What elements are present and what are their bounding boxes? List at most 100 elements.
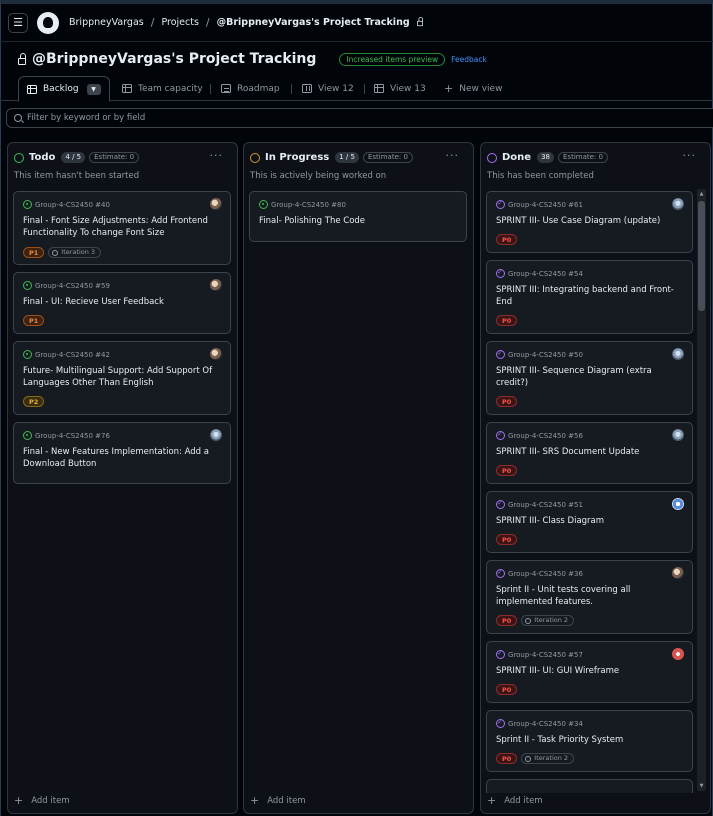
- more-options-icon[interactable]: ···: [210, 149, 224, 162]
- priority-badge: P0: [496, 753, 518, 764]
- issue-card[interactable]: Group-4-CS2450 #59 Final - UI: Recieve U…: [13, 272, 231, 334]
- issue-closed-icon: [496, 430, 505, 440]
- issue-open-icon: [23, 350, 32, 359]
- issue-ref[interactable]: Group-4-CS2450 #59: [35, 282, 110, 290]
- add-item-button[interactable]: + Add item: [250, 794, 306, 807]
- scroll-up-icon[interactable]: ▲: [698, 191, 705, 197]
- issue-title[interactable]: SPRINT III- Use Case Diagram (update): [496, 215, 683, 227]
- iteration-icon: [52, 249, 59, 256]
- issue-card[interactable]: Group-4-CS2450 #80 Final- Polishing The …: [249, 191, 467, 242]
- issue-labels: P0: [496, 234, 518, 245]
- issue-card[interactable]: Group-4-CS2450 #42 Future- Multilingual …: [13, 341, 231, 415]
- issue-card[interactable]: Group-4-CS2450 #36 Sprint II - Unit test…: [486, 560, 693, 634]
- issue-card[interactable]: Group-4-CS2450 #50 SPRINT III- Sequence …: [486, 341, 693, 415]
- issue-title[interactable]: SPRINT III- Sequence Diagram (extra cred…: [496, 365, 683, 389]
- assignee-avatar[interactable]: [672, 348, 684, 360]
- column-description: This item hasn't been started: [14, 171, 140, 181]
- assignee-avatar[interactable]: [672, 429, 684, 441]
- issue-closed-icon: [496, 649, 505, 659]
- assignee-avatar[interactable]: [672, 198, 684, 210]
- assignee-avatar[interactable]: [210, 348, 222, 360]
- chevron-down-icon[interactable]: ▼: [86, 83, 101, 95]
- issue-ref[interactable]: Group-4-CS2450 #61: [508, 201, 583, 209]
- estimate-badge: Estimate: 0: [558, 152, 608, 163]
- issue-closed-icon: [496, 268, 505, 278]
- issue-ref[interactable]: Group-4-CS2450 #57: [508, 651, 583, 659]
- assignee-avatar[interactable]: [210, 198, 222, 210]
- issue-ref[interactable]: Group-4-CS2450 #34: [508, 720, 583, 728]
- issue-ref[interactable]: Group-4-CS2450 #56: [508, 432, 583, 440]
- feedback-link[interactable]: Feedback: [451, 55, 487, 64]
- issue-card[interactable]: [486, 779, 693, 793]
- issue-card[interactable]: Group-4-CS2450 #51 SPRINT III- Class Dia…: [486, 491, 693, 553]
- priority-badge: P0: [496, 234, 518, 245]
- column-header: Todo 4 / 5 Estimate: 0 ···: [14, 149, 231, 163]
- breadcrumb-owner[interactable]: BrippneyVargas: [69, 17, 144, 28]
- issue-card[interactable]: Group-4-CS2450 #61 SPRINT III- Use Case …: [486, 191, 693, 253]
- issue-card[interactable]: Group-4-CS2450 #54 SPRINT III: Integrati…: [486, 260, 693, 334]
- tab-label: Backlog: [43, 84, 79, 94]
- issue-ref[interactable]: Group-4-CS2450 #36: [508, 570, 583, 578]
- column-scrollbar[interactable]: ▲ ▼: [697, 189, 706, 791]
- issue-card[interactable]: Group-4-CS2450 #56 SPRINT III- SRS Docum…: [486, 422, 693, 484]
- assignee-avatar[interactable]: [672, 498, 684, 510]
- assignee-avatar[interactable]: [210, 429, 222, 441]
- add-item-button[interactable]: + Add item: [487, 794, 543, 807]
- issue-title[interactable]: SPRINT III- UI: GUI Wireframe: [496, 665, 683, 677]
- column-title: In Progress: [265, 152, 330, 163]
- issue-title[interactable]: SPRINT III: Integrating backend and Fron…: [496, 284, 683, 308]
- issue-ref[interactable]: Group-4-CS2450 #42: [35, 351, 110, 359]
- issue-title[interactable]: Final- Polishing The Code: [259, 215, 457, 227]
- scrollbar-thumb[interactable]: [698, 201, 705, 311]
- project-header: @BrippneyVargas's Project Tracking Incre…: [18, 51, 487, 67]
- scroll-down-icon[interactable]: ▼: [698, 783, 705, 789]
- breadcrumb-projects[interactable]: Projects: [161, 17, 198, 28]
- issue-title[interactable]: Final - New Features Implementation: Add…: [23, 446, 221, 470]
- issue-title[interactable]: SPRINT III- Class Diagram: [496, 515, 683, 527]
- tab-divider: [291, 84, 292, 94]
- issue-card[interactable]: Group-4-CS2450 #34 Sprint II - Task Prio…: [486, 710, 693, 772]
- add-item-label: Add item: [504, 795, 543, 806]
- breadcrumb-project[interactable]: @BrippneyVargas's Project Tracking: [217, 17, 410, 28]
- issue-title[interactable]: Sprint II - Unit tests covering all impl…: [496, 584, 683, 608]
- tab-team-capacity[interactable]: Team capacity: [122, 76, 203, 101]
- issue-card[interactable]: Group-4-CS2450 #76 Final - New Features …: [13, 422, 231, 484]
- tab-view-13[interactable]: View 13: [374, 76, 426, 101]
- column-todo: Todo 4 / 5 Estimate: 0 ··· This item has…: [7, 142, 238, 814]
- issue-title[interactable]: Final - UI: Recieve User Feedback: [23, 296, 221, 308]
- hamburger-menu-icon[interactable]: ☰: [8, 12, 28, 33]
- issue-ref[interactable]: Group-4-CS2450 #80: [271, 201, 346, 209]
- more-options-icon[interactable]: ···: [683, 149, 697, 162]
- issue-title[interactable]: Sprint II - Task Priority System: [496, 734, 683, 746]
- issue-card[interactable]: Group-4-CS2450 #57 SPRINT III- UI: GUI W…: [486, 641, 693, 703]
- filter-input[interactable]: Filter by keyword or by field: [6, 108, 713, 128]
- issue-closed-icon: [496, 199, 505, 209]
- column-description: This is actively being worked on: [250, 171, 387, 181]
- issue-title[interactable]: Final - Font Size Adjustments: Add Front…: [23, 215, 221, 239]
- tab-view-12[interactable]: View 12: [302, 76, 354, 101]
- more-options-icon[interactable]: ···: [446, 149, 460, 162]
- issue-ref[interactable]: Group-4-CS2450 #76: [35, 432, 110, 440]
- priority-badge: P0: [496, 465, 518, 476]
- status-in-progress-icon: [250, 152, 260, 163]
- assignee-avatar[interactable]: [672, 648, 684, 660]
- assignee-avatar[interactable]: [210, 279, 222, 291]
- iteration-icon: [525, 755, 532, 762]
- issue-meta: Group-4-CS2450 #80: [259, 200, 346, 209]
- assignee-avatar[interactable]: [672, 567, 684, 579]
- issue-ref[interactable]: Group-4-CS2450 #50: [508, 351, 583, 359]
- issue-ref[interactable]: Group-4-CS2450 #40: [35, 201, 110, 209]
- issue-title[interactable]: SPRINT III- SRS Document Update: [496, 446, 683, 458]
- add-item-button[interactable]: + Add item: [14, 794, 70, 807]
- priority-badge: P0: [496, 684, 518, 695]
- item-count-badge: 38: [537, 152, 554, 163]
- plus-icon: +: [250, 794, 260, 807]
- issue-card[interactable]: Group-4-CS2450 #40 Final - Font Size Adj…: [13, 191, 231, 265]
- issue-title[interactable]: Future- Multilingual Support: Add Suppor…: [23, 365, 221, 389]
- tab-backlog[interactable]: Backlog ▼: [18, 76, 110, 102]
- new-view-button[interactable]: + New view: [444, 76, 502, 101]
- tab-roadmap[interactable]: Roadmap: [221, 76, 280, 101]
- github-logo-icon[interactable]: [37, 11, 59, 34]
- issue-ref[interactable]: Group-4-CS2450 #54: [508, 270, 583, 278]
- issue-ref[interactable]: Group-4-CS2450 #51: [508, 501, 583, 509]
